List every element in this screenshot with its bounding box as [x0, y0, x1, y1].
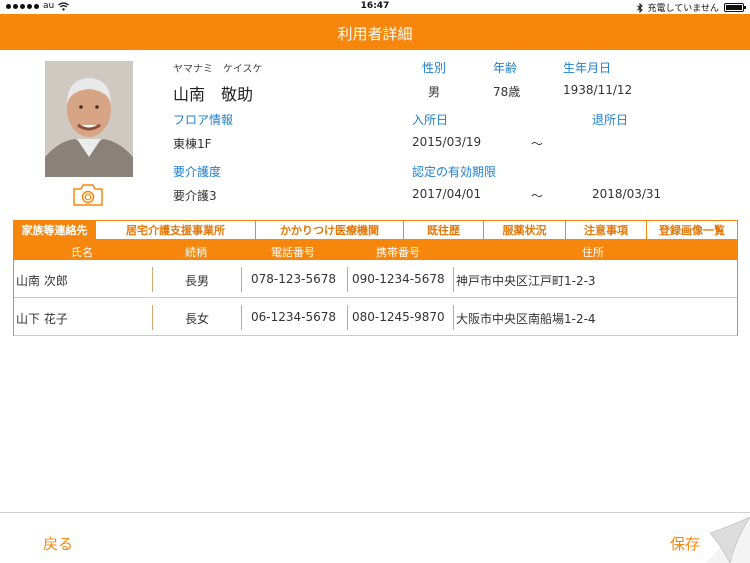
column-divider: [453, 305, 454, 330]
bluetooth-icon: [636, 2, 643, 13]
column-divider: [241, 267, 242, 292]
cell-phone: 078-123-5678: [251, 272, 337, 286]
cell-phone: 06-1234-5678: [251, 310, 337, 324]
age-label: 年齢: [493, 61, 518, 75]
cell-address: 神戸市中央区江戸町1-2-3: [456, 274, 596, 288]
page-title: 利用者詳細: [337, 25, 413, 43]
validity-label: 認定の有効期限: [412, 165, 497, 179]
tab-medical-history[interactable]: 既往歴: [404, 221, 484, 239]
detail-tabs: 家族等連絡先 居宅介護支援事業所 かかりつけ医療機関 既往歴 服薬状況 注意事項…: [13, 220, 738, 239]
care-level-value: 要介護3: [173, 189, 217, 203]
cell-name: 山下 花子: [16, 312, 68, 326]
cell-name: 山南 次郎: [16, 274, 68, 288]
tab-medication[interactable]: 服薬状況: [484, 221, 566, 239]
discharge-label: 退所日: [592, 113, 629, 127]
tab-image-list[interactable]: 登録画像一覧: [647, 221, 737, 239]
validity-separator: 〜: [531, 189, 544, 203]
profile-photo[interactable]: [45, 61, 133, 177]
back-button[interactable]: 戻る: [43, 533, 73, 554]
age-value: 78歳: [493, 85, 521, 99]
birth-value: 1938/11/12: [563, 83, 633, 97]
user-name: 山南 敬助: [173, 85, 254, 104]
birth-label: 生年月日: [563, 61, 612, 75]
tab-medical-institution[interactable]: かかりつけ医療機関: [256, 221, 404, 239]
admission-label: 入所日: [412, 113, 449, 127]
table-header: 氏名 続柄 電話番号 携帯番号 住所: [14, 240, 737, 260]
person-photo-icon: [45, 61, 133, 177]
header-relation: 続柄: [185, 246, 207, 259]
charging-status: 充電していません: [647, 4, 719, 14]
status-bar: au 16:47 充電していません: [0, 0, 750, 14]
floor-value: 東棟1F: [173, 137, 212, 151]
header-phone: 電話番号: [271, 246, 315, 259]
camera-icon[interactable]: [72, 183, 104, 207]
gender-label: 性別: [422, 61, 447, 75]
status-right: 充電していません: [636, 1, 746, 14]
column-divider: [453, 267, 454, 292]
cell-mobile: 080-1245-9870: [352, 310, 445, 324]
tab-label: 服薬状況: [502, 224, 547, 237]
column-divider: [152, 267, 153, 292]
cell-mobile: 090-1234-5678: [352, 272, 445, 286]
table-row[interactable]: 山南 次郎 長男 078-123-5678 090-1234-5678 神戸市中…: [14, 261, 737, 298]
tab-precautions[interactable]: 注意事項: [566, 221, 647, 239]
gender-value: 男: [428, 85, 441, 99]
tab-label: 注意事項: [584, 224, 628, 237]
column-divider: [241, 305, 242, 330]
tab-label: 居宅介護支援事業所: [126, 224, 225, 237]
tab-label: 家族等連絡先: [21, 224, 88, 237]
cell-relation: 長女: [185, 312, 210, 326]
battery-icon: [724, 3, 746, 12]
validity-end: 2018/03/31: [592, 187, 662, 201]
tab-label: 登録画像一覧: [659, 224, 725, 237]
page-curl-icon[interactable]: [706, 517, 750, 563]
save-button[interactable]: 保存: [670, 533, 700, 554]
bottom-toolbar: 戻る 保存: [0, 512, 750, 563]
cell-relation: 長男: [185, 274, 210, 288]
header-mobile: 携帯番号: [376, 246, 420, 259]
cell-address: 大阪市中央区南船場1-2-4: [456, 312, 596, 326]
admission-separator: 〜: [531, 137, 544, 151]
nav-bar: 利用者詳細: [0, 14, 750, 50]
tab-label: 既往歴: [427, 224, 460, 237]
name-kana: ヤマナミ ケイスケ: [173, 64, 263, 75]
column-divider: [347, 267, 348, 292]
column-divider: [152, 305, 153, 330]
header-name: 氏名: [71, 246, 93, 259]
tab-label: かかりつけ医療機関: [279, 224, 380, 237]
care-level-label: 要介護度: [173, 165, 222, 179]
header-address: 住所: [582, 246, 604, 259]
table-row[interactable]: 山下 花子 長女 06-1234-5678 080-1245-9870 大阪市中…: [14, 299, 737, 336]
tab-family-contacts[interactable]: 家族等連絡先: [14, 221, 96, 239]
column-divider: [347, 305, 348, 330]
admission-value: 2015/03/19: [412, 135, 482, 149]
floor-label: フロア情報: [173, 113, 234, 127]
tab-care-office[interactable]: 居宅介護支援事業所: [96, 221, 256, 239]
contacts-table: 氏名 続柄 電話番号 携帯番号 住所 山南 次郎 長男 078-123-5678…: [13, 239, 738, 336]
validity-start: 2017/04/01: [412, 187, 482, 201]
